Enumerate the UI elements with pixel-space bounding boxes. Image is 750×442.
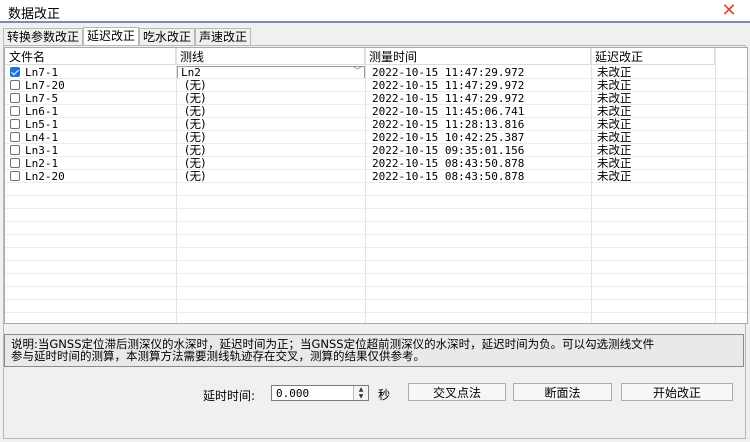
tab-conversion-params[interactable]: 转换参数改正 bbox=[3, 28, 84, 46]
tab-delay-correction[interactable]: 延迟改正 bbox=[83, 27, 140, 47]
close-icon[interactable]: ✕ bbox=[720, 2, 738, 20]
column-header-file[interactable]: 文件名 bbox=[5, 48, 176, 65]
start-correction-button[interactable]: 开始改正 bbox=[621, 383, 733, 401]
delay-time-value[interactable]: 0.000 bbox=[276, 387, 309, 400]
spin-up-icon[interactable]: ▲ bbox=[354, 386, 368, 393]
description-line-2: 参与延时时间的测算，本测算方法需要测线轨迹存在交叉，测算的结果仅供参考。 bbox=[11, 350, 425, 362]
title-divider bbox=[0, 21, 750, 23]
row-checkbox[interactable] bbox=[10, 80, 20, 90]
description-box: 说明:当GNSS定位滞后测深仪的水深时，延迟时间为正；当GNSS定位超前测深仪的… bbox=[4, 334, 744, 367]
window-title: 数据改正 bbox=[8, 7, 61, 22]
title-bar: 数据改正 ✕ bbox=[0, 0, 750, 22]
column-header-delay-status[interactable]: 延迟改正 bbox=[591, 48, 715, 65]
tab-sound-velocity[interactable]: 声速改正 bbox=[195, 28, 252, 46]
cross-point-method-button[interactable]: 交叉点法 bbox=[408, 383, 506, 401]
spin-down-icon[interactable]: ▼ bbox=[354, 393, 368, 400]
row-checkbox[interactable] bbox=[10, 106, 20, 116]
delay-time-spinbox[interactable]: 0.000 ▲ ▼ bbox=[271, 385, 369, 401]
unit-seconds-label: 秒 bbox=[378, 388, 391, 402]
line-select-value: Ln2 bbox=[181, 66, 201, 79]
row-checkbox[interactable] bbox=[10, 145, 20, 155]
column-header-time[interactable]: 测量时间 bbox=[365, 48, 591, 65]
row-checkbox[interactable] bbox=[10, 171, 20, 181]
row-checkbox[interactable] bbox=[10, 132, 20, 142]
row-checkbox[interactable] bbox=[10, 158, 20, 168]
row-checkbox[interactable] bbox=[10, 93, 20, 103]
description-line-1: 说明:当GNSS定位滞后测深仪的水深时，延迟时间为正；当GNSS定位超前测深仪的… bbox=[11, 338, 655, 350]
row-checkbox[interactable] bbox=[10, 67, 20, 77]
survey-file-table: 文件名 测线 测量时间 延迟改正 Ln7-1 Ln2 ﹀ 2022-10-15 11:… bbox=[4, 47, 748, 324]
tab-draft-correction[interactable]: 吃水改正 bbox=[139, 28, 196, 46]
tab-strip: 转换参数改正 延迟改正 吃水改正 声速改正 bbox=[3, 27, 252, 47]
spin-buttons: ▲ ▼ bbox=[353, 386, 368, 400]
column-header-line[interactable]: 测线 bbox=[176, 48, 365, 65]
section-method-button[interactable]: 断面法 bbox=[513, 383, 612, 401]
delay-time-label: 延时时间: bbox=[203, 389, 256, 403]
row-checkbox[interactable] bbox=[10, 119, 20, 129]
